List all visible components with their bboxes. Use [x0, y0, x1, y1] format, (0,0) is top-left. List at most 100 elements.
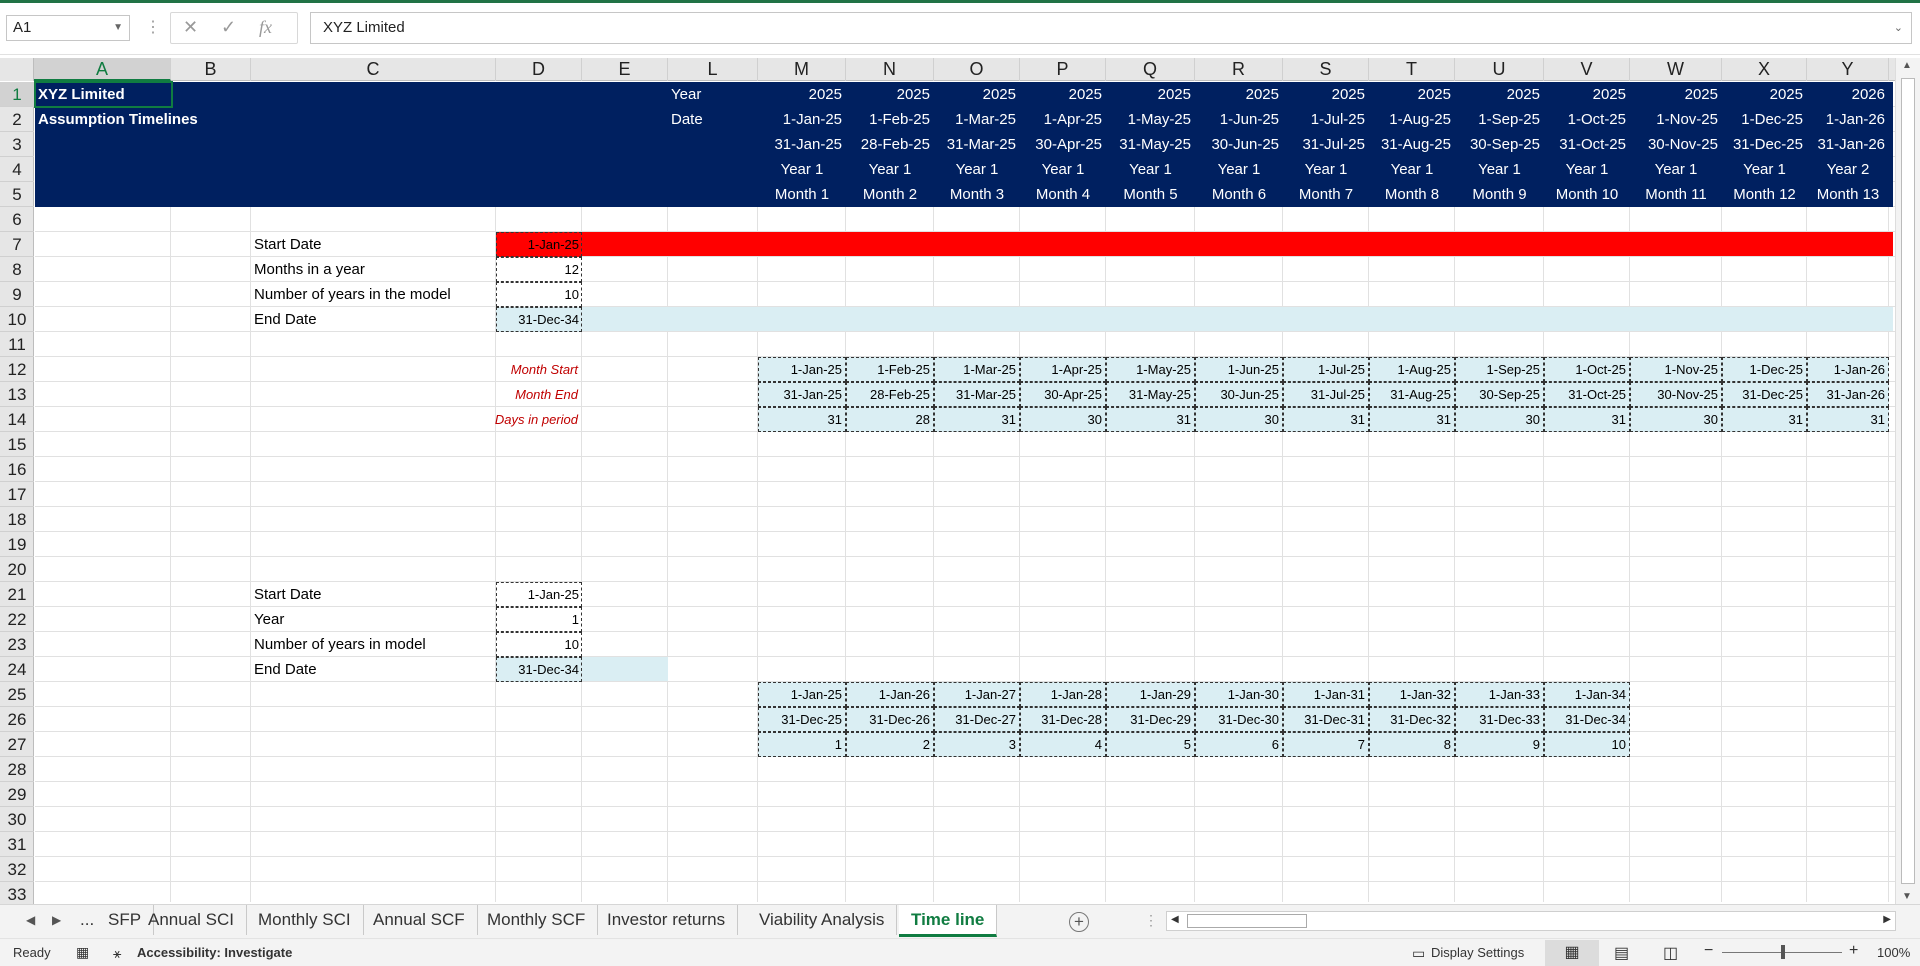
sheet-tab[interactable]: Viability Analysis: [747, 905, 898, 935]
timeline-cell[interactable]: 31-Mar-25: [934, 382, 1020, 407]
row-header[interactable]: 7: [0, 232, 34, 257]
header-band-cell[interactable]: 1-May-25: [1106, 107, 1195, 132]
header-band-cell[interactable]: 1-Nov-25: [1630, 107, 1722, 132]
timeline-cell[interactable]: 30: [1020, 407, 1106, 432]
header-band-cell[interactable]: 31-Dec-25: [1722, 132, 1807, 157]
header-band-cell[interactable]: Year 1: [1283, 157, 1369, 182]
annual-timeline-cell[interactable]: 31-Dec-25: [758, 707, 846, 732]
column-header[interactable]: X: [1722, 58, 1807, 81]
row-header[interactable]: 17: [0, 482, 34, 507]
header-band-cell[interactable]: Year 1: [1195, 157, 1283, 182]
annual-timeline-cell[interactable]: 5: [1106, 732, 1195, 757]
header-band-cell[interactable]: Year 1: [1020, 157, 1106, 182]
row-header[interactable]: 25: [0, 682, 34, 707]
header-band-cell[interactable]: Year 1: [1455, 157, 1544, 182]
zoom-level[interactable]: 100%: [1877, 945, 1910, 960]
row-header[interactable]: 26: [0, 707, 34, 732]
column-header[interactable]: P: [1020, 58, 1106, 81]
scroll-right-icon[interactable]: ▶: [1883, 914, 1891, 925]
header-band-cell[interactable]: Year 1: [1722, 157, 1807, 182]
row-header[interactable]: 4: [0, 157, 34, 182]
row-header[interactable]: 18: [0, 507, 34, 532]
header-band-cell[interactable]: Year 1: [1106, 157, 1195, 182]
header-band-cell[interactable]: 1-Sep-25: [1455, 107, 1544, 132]
column-header[interactable]: C: [251, 58, 496, 81]
chevron-down-icon[interactable]: ⌄: [1894, 13, 1903, 43]
header-band-cell[interactable]: 2025: [1630, 82, 1722, 107]
annual-timeline-cell[interactable]: 1-Jan-34: [1544, 682, 1630, 707]
row-header[interactable]: 30: [0, 807, 34, 832]
header-band-cell[interactable]: 1-Aug-25: [1369, 107, 1455, 132]
header-band-cell[interactable]: 30-Apr-25: [1020, 132, 1106, 157]
column-header[interactable]: S: [1283, 58, 1369, 81]
column-header[interactable]: L: [668, 58, 758, 81]
timeline-cell[interactable]: 31: [758, 407, 846, 432]
header-band-cell[interactable]: Year 1: [934, 157, 1020, 182]
sheet-tab[interactable]: Monthly SCI: [246, 905, 364, 935]
column-header[interactable]: E: [582, 58, 668, 81]
row-header[interactable]: 8: [0, 257, 34, 282]
input-value[interactable]: 10: [496, 632, 582, 657]
header-band-cell[interactable]: 1-Apr-25: [1020, 107, 1106, 132]
input-value[interactable]: 1-Jan-25: [496, 582, 582, 607]
timeline-cell[interactable]: 30: [1455, 407, 1544, 432]
header-band-cell[interactable]: Month 2: [846, 182, 934, 207]
header-band-cell[interactable]: Year 2: [1807, 157, 1889, 182]
header-band-cell[interactable]: 1-Oct-25: [1544, 107, 1630, 132]
timeline-cell[interactable]: 1-Jan-25: [758, 357, 846, 382]
row-header[interactable]: 27: [0, 732, 34, 757]
page-layout-icon[interactable]: ▤: [1614, 943, 1629, 963]
annual-timeline-cell[interactable]: 1-Jan-25: [758, 682, 846, 707]
annual-timeline-cell[interactable]: 1-Jan-28: [1020, 682, 1106, 707]
macro-record-icon[interactable]: ▦: [76, 944, 89, 961]
sheet-tab[interactable]: Annual SCI: [136, 905, 247, 935]
row-header[interactable]: 11: [0, 332, 34, 357]
accessibility-icon[interactable]: ⚹: [113, 945, 121, 962]
zoom-in-icon[interactable]: +: [1849, 942, 1858, 960]
input-value[interactable]: 31-Dec-34: [496, 307, 582, 332]
annual-timeline-cell[interactable]: 31-Dec-33: [1455, 707, 1544, 732]
page-break-preview-icon[interactable]: ◫: [1663, 943, 1678, 963]
header-band-cell[interactable]: Month 6: [1195, 182, 1283, 207]
insert-function-icon[interactable]: fx: [259, 17, 272, 38]
column-header[interactable]: O: [934, 58, 1020, 81]
timeline-cell[interactable]: 1-Oct-25: [1544, 357, 1630, 382]
annual-timeline-cell[interactable]: 8: [1369, 732, 1455, 757]
annual-timeline-cell[interactable]: 1: [758, 732, 846, 757]
accessibility-status[interactable]: Accessibility: Investigate: [137, 945, 292, 960]
timeline-cell[interactable]: 30: [1630, 407, 1722, 432]
timeline-cell[interactable]: 1-Feb-25: [846, 357, 934, 382]
previous-sheet-icon[interactable]: ◀: [26, 913, 35, 927]
header-band-cell[interactable]: 28-Feb-25: [846, 132, 934, 157]
column-header[interactable]: T: [1369, 58, 1455, 81]
header-band-cell[interactable]: 2025: [1020, 82, 1106, 107]
timeline-cell[interactable]: 31: [1369, 407, 1455, 432]
timeline-cell[interactable]: 30-Sep-25: [1455, 382, 1544, 407]
header-band-cell[interactable]: 31-Oct-25: [1544, 132, 1630, 157]
annual-timeline-cell[interactable]: 31-Dec-34: [1544, 707, 1630, 732]
header-band-cell[interactable]: 2025: [934, 82, 1020, 107]
annual-timeline-cell[interactable]: 4: [1020, 732, 1106, 757]
selected-cell[interactable]: [34, 81, 173, 108]
annual-timeline-cell[interactable]: 31-Dec-32: [1369, 707, 1455, 732]
row-header[interactable]: 10: [0, 307, 34, 332]
timeline-cell[interactable]: 1-Dec-25: [1722, 357, 1807, 382]
timeline-cell[interactable]: 30: [1195, 407, 1283, 432]
horizontal-scrollbar[interactable]: ◀ ▶: [1166, 911, 1896, 931]
annual-timeline-cell[interactable]: 31-Dec-31: [1283, 707, 1369, 732]
more-options-icon[interactable]: ⋮: [1144, 912, 1158, 929]
column-header[interactable]: Y: [1807, 58, 1889, 81]
column-header[interactable]: B: [171, 58, 251, 81]
annual-timeline-cell[interactable]: 10: [1544, 732, 1630, 757]
header-band-cell[interactable]: 2025: [1283, 82, 1369, 107]
header-band-cell[interactable]: 30-Nov-25: [1630, 132, 1722, 157]
zoom-out-icon[interactable]: −: [1704, 942, 1713, 960]
header-band-cell[interactable]: Year 1: [846, 157, 934, 182]
timeline-cell[interactable]: 1-Sep-25: [1455, 357, 1544, 382]
sheet-tab[interactable]: Monthly SCF: [475, 905, 599, 935]
header-band-cell[interactable]: Year 1: [1544, 157, 1630, 182]
enter-icon[interactable]: ✓: [221, 17, 236, 38]
row-header[interactable]: 16: [0, 457, 34, 482]
header-band-cell[interactable]: 1-Jul-25: [1283, 107, 1369, 132]
more-sheets-ellipsis[interactable]: ...: [76, 905, 98, 935]
